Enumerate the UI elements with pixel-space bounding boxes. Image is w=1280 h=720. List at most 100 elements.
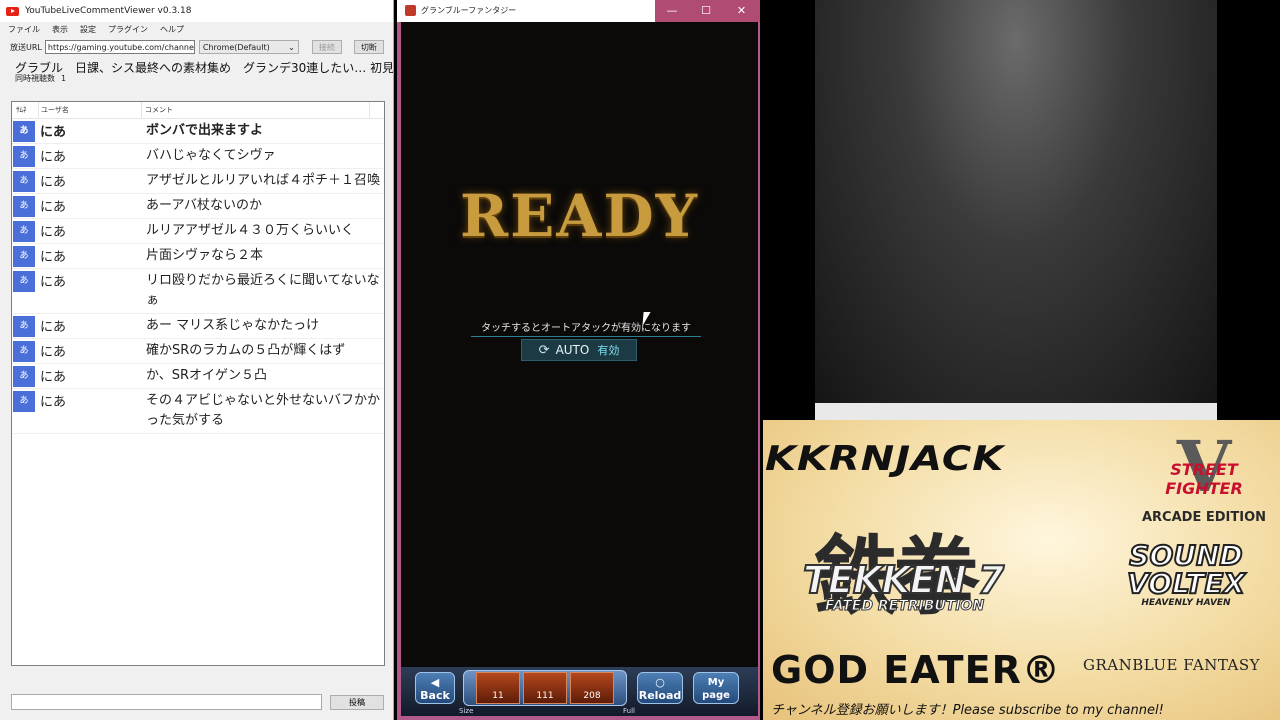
back-label: Back (420, 689, 450, 702)
back-button[interactable]: ◀ Back (415, 672, 455, 704)
item-slot-2[interactable]: 111 (523, 672, 567, 704)
comment-text: 確かSRのラカムの５凸が輝くはず (146, 343, 346, 358)
grid-header: ｻﾑﾈ ユーザ名 コメント (12, 102, 384, 119)
chevron-down-icon: ⌄ (288, 43, 295, 52)
sf-title: STREET FIGHTER (1165, 460, 1243, 498)
tekken-subtitle: FATED RETRIBUTION (824, 598, 985, 615)
url-bar: 放送URL https://gaming.youtube.com/channel… (0, 37, 393, 57)
comment-thumb: あ (12, 364, 39, 388)
viewer-count: 同時視聴数 1 (0, 73, 393, 85)
menu-help[interactable]: ヘルプ (160, 24, 184, 35)
user-avatar: あ (13, 366, 35, 387)
auto-state: 有効 (597, 344, 620, 357)
comment-row[interactable]: あにあ か、SRオイゲン５凸 (12, 364, 384, 389)
stream-title: グラブル 日課、シス最終への素材集め グランデ30連したい… 初見さ (15, 61, 393, 73)
comment-user: にあ (40, 250, 67, 265)
comment-thumb: あ (12, 339, 39, 363)
menu-settings[interactable]: 設定 (80, 24, 96, 35)
comment-user: にあ (40, 275, 67, 290)
browser-select-value: Chrome(Default) (202, 43, 270, 52)
tekken-logo: TEKKEN 7 (802, 557, 1005, 603)
menu-file[interactable]: ファイル (8, 24, 40, 35)
mypage-button[interactable]: My page (693, 672, 739, 704)
comment-user: にあ (40, 125, 67, 140)
comment-user: にあ (40, 150, 67, 165)
maximize-button[interactable]: ☐ (689, 0, 723, 22)
comment-grid[interactable]: ｻﾑﾈ ユーザ名 コメント あにあ ボンバで出来ますよあにあ バハじゃなくてシヴァあ… (11, 101, 385, 666)
comment-thumb: あ (12, 194, 39, 218)
post-button[interactable]: 投稿 (330, 695, 384, 710)
camera-panel (763, 0, 1280, 420)
item-slot-1[interactable]: 11 (476, 672, 520, 704)
disconnect-button[interactable]: 切断 (353, 40, 384, 54)
user-avatar: あ (13, 316, 35, 337)
game-viewport[interactable]: READY タッチするとオートアタックが有効になります ⟳ AUTO 有効 ◀ … (401, 22, 758, 716)
comment-row[interactable]: あにあ その４アビじゃないと外せないバフかかった気がする (12, 389, 384, 434)
comment-row[interactable]: あにあ あーアバ杖ないのか (12, 194, 384, 219)
post-input[interactable] (11, 694, 322, 710)
comment-row[interactable]: あにあ ボンバで出来ますよ (12, 119, 384, 144)
god-eater-logo: GOD EATER® (771, 648, 1061, 692)
comment-row[interactable]: あにあ バハじゃなくてシヴァ (12, 144, 384, 169)
comment-row[interactable]: あにあ 片面シヴァなら２本 (12, 244, 384, 269)
user-avatar: あ (13, 221, 35, 242)
user-avatar: あ (13, 171, 35, 192)
comment-thumb: あ (12, 119, 39, 143)
close-button[interactable]: ✕ (723, 0, 760, 22)
game-titlebar[interactable]: グランブルーファンタジー — ☐ ✕ (397, 0, 760, 22)
item-slot-3[interactable]: 208 (570, 672, 614, 704)
column-comment[interactable]: コメント (142, 102, 370, 118)
comment-user: にあ (40, 200, 67, 215)
comment-row[interactable]: あにあ あー マリス系じゃなかたっけ (12, 314, 384, 339)
comment-thumb: あ (12, 219, 39, 243)
user-avatar: あ (13, 271, 35, 292)
column-user[interactable]: ユーザ名 (39, 102, 142, 118)
comment-row[interactable]: あにあ アザゼルとルリアいれば４ポチ＋１召喚 (12, 169, 384, 194)
comment-text: あーアバ杖ないのか (146, 198, 262, 213)
full-label[interactable]: Full (623, 707, 635, 715)
comment-row[interactable]: あにあ リロ殴りだから最近ろくに聞いてないなぁ (12, 269, 384, 314)
url-input[interactable]: https://gaming.youtube.com/channel (44, 40, 195, 54)
comment-user: にあ (40, 175, 67, 190)
youtube-icon (6, 6, 19, 16)
url-label: 放送URL (10, 42, 42, 52)
touch-message: タッチするとオートアタックが有効になります (471, 319, 701, 337)
minimize-button[interactable]: — (655, 0, 689, 22)
menu-view[interactable]: 表示 (52, 24, 68, 35)
menu-plugins[interactable]: プラグイン (108, 24, 148, 35)
comment-thumb: あ (12, 269, 39, 313)
comment-thumb: あ (12, 314, 39, 338)
comment-text: あー マリス系じゃなかたっけ (146, 318, 320, 333)
comment-text: か、SRオイゲン５凸 (146, 368, 268, 383)
column-thumb[interactable]: ｻﾑﾈ (12, 102, 39, 118)
reload-button[interactable]: ○ Reload (637, 672, 683, 704)
viewer-titlebar[interactable]: YouTubeLiveCommentViewer v0.3.18 (0, 0, 393, 22)
comment-row[interactable]: あにあ 確かSRのラカムの５凸が輝くはず (12, 339, 384, 364)
camera-feed (815, 0, 1217, 403)
ready-banner: READY (459, 182, 700, 250)
comment-thumb: あ (12, 244, 39, 268)
size-label[interactable]: Size (459, 707, 473, 715)
browser-select[interactable]: Chrome(Default) ⌄ (198, 40, 299, 54)
connect-button[interactable]: 接続 (311, 40, 342, 54)
user-avatar: あ (13, 121, 35, 142)
viewer-title: YouTubeLiveCommentViewer v0.3.18 (25, 6, 192, 16)
comment-text: アザゼルとルリアいれば４ポチ＋１召喚 (146, 173, 381, 188)
comment-row[interactable]: あにあ ルリアアザゼル４３０万くらいいく (12, 219, 384, 244)
reload-label: Reload (638, 689, 682, 702)
comment-user: にあ (40, 395, 67, 410)
granblue-logo: GRANBLUE FANTASY (1083, 656, 1261, 674)
sf-edition: ARCADE EDITION (1141, 510, 1266, 525)
game-footer: ◀ Back 11 111 208 ○ Reload My page Size … (401, 667, 758, 716)
comment-text: ルリアアザゼル４３０万くらいいく (146, 223, 355, 238)
user-avatar: あ (13, 146, 35, 167)
comment-text: ボンバで出来ますよ (146, 123, 264, 138)
auto-attack-button[interactable]: ⟳ AUTO 有効 (521, 339, 637, 361)
user-avatar: あ (13, 196, 35, 217)
comment-text: リロ殴りだから最近ろくに聞いてないなぁ (146, 273, 380, 308)
desktop: YouTubeLiveCommentViewer v0.3.18 ファイル 表示… (0, 0, 1280, 720)
comment-rows: あにあ ボンバで出来ますよあにあ バハじゃなくてシヴァあにあ アザゼルとルリアいれば４… (12, 119, 384, 434)
comment-user: にあ (40, 320, 67, 335)
comment-user: にあ (40, 225, 67, 240)
user-avatar: あ (13, 341, 35, 362)
